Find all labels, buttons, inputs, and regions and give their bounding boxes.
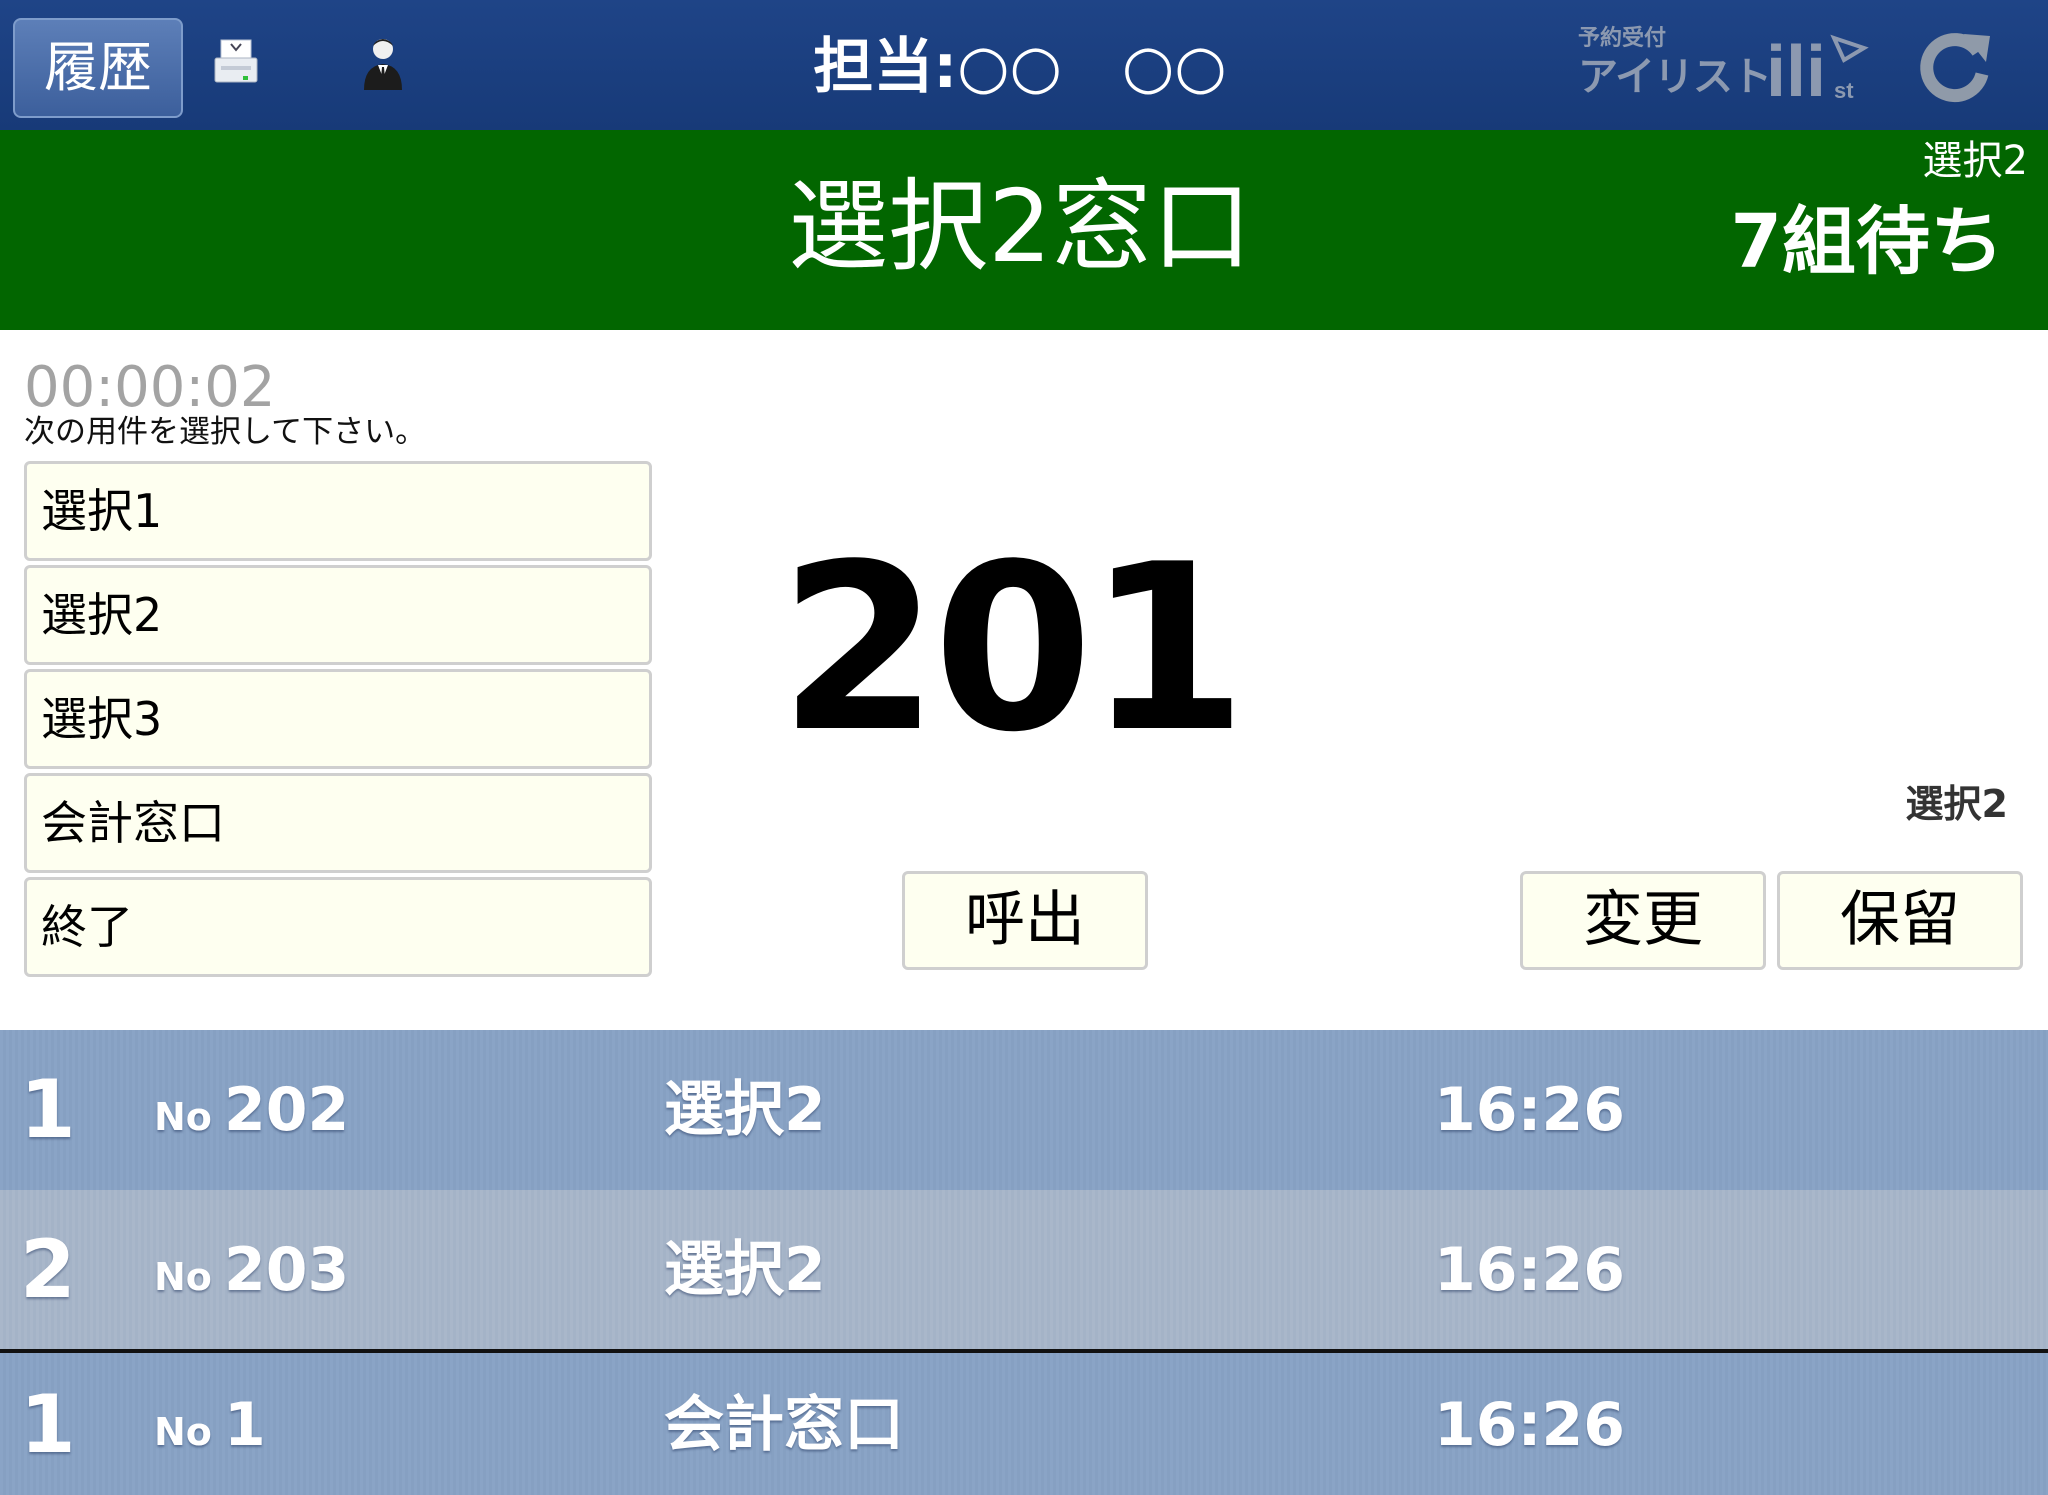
elapsed-timer: 00:00:02 <box>24 355 276 420</box>
queue-number-prefix: No <box>154 1410 212 1454</box>
window-title: 選択2窓口 <box>788 168 1252 285</box>
queue-rank: 2 <box>20 1223 76 1316</box>
queue-category: 選択2 <box>664 1075 826 1145</box>
svg-text:st: st <box>1834 78 1854 103</box>
brand-name: アイリスト <box>1578 54 1772 100</box>
queue-row[interactable]: 1 No 1 会計窓口 16:26 <box>0 1353 2048 1495</box>
brand-mark-icon: ili st <box>1766 32 1869 106</box>
brand-logo: 予約受付 アイリスト ili st <box>1578 26 1870 106</box>
history-button[interactable]: 履歴 <box>13 18 183 118</box>
queue-rank: 1 <box>20 1378 76 1471</box>
svg-text:ili: ili <box>1766 32 1826 106</box>
staff-name-label: 担当:○○ ○○ <box>813 32 1227 102</box>
menu-button-select2[interactable]: 選択2 <box>24 565 652 665</box>
instruction-text: 次の用件を選択して下さい。 <box>24 414 427 450</box>
queue-category: 選択2 <box>664 1235 826 1305</box>
queue-category: 会計窓口 <box>664 1390 904 1460</box>
queue-number-prefix: No <box>154 1255 212 1299</box>
waiting-count: 7組待ち <box>1730 199 2005 285</box>
menu-button-select1[interactable]: 選択1 <box>24 461 652 561</box>
queue-ticket-number: 202 <box>224 1075 350 1145</box>
queue-ticket-number: 203 <box>224 1235 350 1305</box>
printer-icon[interactable] <box>213 38 259 88</box>
brand-tagline: 予約受付 <box>1578 26 1667 51</box>
refresh-icon[interactable] <box>1916 26 1996 106</box>
change-button[interactable]: 変更 <box>1520 871 1766 970</box>
top-bar: 履歴 担当:○○ ○○ 予約受付 アイリスト ili st <box>0 0 2048 130</box>
queue-row[interactable]: 1 No 202 選択2 16:26 <box>0 1030 2048 1190</box>
queue-time: 16:26 <box>1434 1235 1625 1305</box>
current-ticket-number: 201 <box>778 516 1247 783</box>
queue-time: 16:26 <box>1434 1075 1625 1145</box>
staff-icon[interactable] <box>358 34 408 92</box>
reception-screen: 履歴 担当:○○ ○○ 予約受付 アイリスト ili st 選択2窓口 選択2 … <box>0 0 2048 1495</box>
call-button[interactable]: 呼出 <box>902 871 1148 970</box>
menu-button-checkout-window[interactable]: 会計窓口 <box>24 773 652 873</box>
current-ticket-category: 選択2 <box>1905 782 2008 826</box>
hold-button[interactable]: 保留 <box>1777 871 2023 970</box>
queue-ticket-number: 1 <box>224 1390 266 1460</box>
queue-time: 16:26 <box>1434 1390 1625 1460</box>
queue-rank: 1 <box>20 1063 76 1156</box>
waiting-category: 選択2 <box>1922 138 2028 184</box>
window-header: 選択2窓口 選択2 7組待ち <box>0 130 2048 330</box>
queue-row[interactable]: 2 No 203 選択2 16:26 <box>0 1190 2048 1350</box>
queue-number-prefix: No <box>154 1095 212 1139</box>
menu-button-select3[interactable]: 選択3 <box>24 669 652 769</box>
menu-button-finish[interactable]: 終了 <box>24 877 652 977</box>
